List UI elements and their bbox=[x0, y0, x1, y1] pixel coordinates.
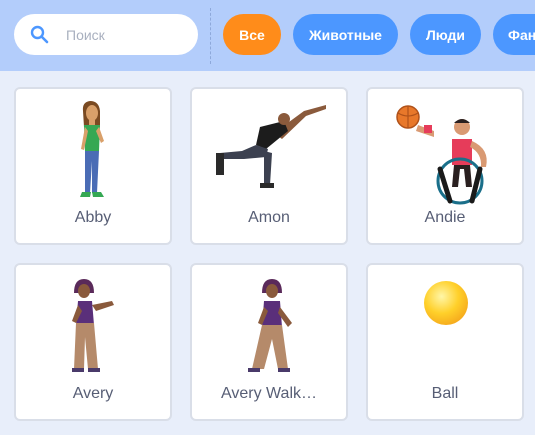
sprite-name: Avery Walk… bbox=[220, 385, 317, 402]
sprite-card-abby[interactable]: Abby bbox=[14, 87, 172, 245]
ball-sprite-image bbox=[424, 281, 468, 325]
sprite-name: Ball bbox=[431, 385, 459, 402]
sprite-card-andie[interactable]: Andie bbox=[366, 87, 524, 245]
abby-sprite-image bbox=[80, 101, 104, 197]
sprite-name: Avery bbox=[72, 385, 114, 402]
sprite-card-amon[interactable]: Amon bbox=[190, 87, 348, 245]
filter-divider bbox=[210, 8, 211, 64]
avery-walking-sprite-image bbox=[248, 279, 292, 372]
andie-sprite-image bbox=[396, 105, 487, 205]
avery-sprite-image bbox=[72, 279, 114, 372]
filter-bar: Все Животные Люди Фантазия bbox=[0, 0, 535, 71]
filter-people-button[interactable]: Люди bbox=[410, 14, 481, 55]
sprite-name: Andie bbox=[424, 209, 466, 226]
sprite-name: Amon bbox=[248, 209, 290, 226]
amon-sprite-image bbox=[216, 105, 326, 188]
filter-animals-button[interactable]: Животные bbox=[293, 14, 398, 55]
sprite-card-avery[interactable]: Avery bbox=[14, 263, 172, 421]
filter-all-button[interactable]: Все bbox=[223, 14, 281, 55]
search-icon bbox=[30, 25, 49, 44]
sprite-name: Abby bbox=[74, 209, 112, 226]
search-box[interactable] bbox=[14, 14, 198, 55]
search-input[interactable] bbox=[66, 14, 190, 55]
filter-fantasy-button[interactable]: Фантазия bbox=[493, 14, 535, 55]
sprite-card-ball[interactable]: Ball bbox=[366, 263, 524, 421]
sprite-card-avery-walking[interactable]: Avery Walk… bbox=[190, 263, 348, 421]
